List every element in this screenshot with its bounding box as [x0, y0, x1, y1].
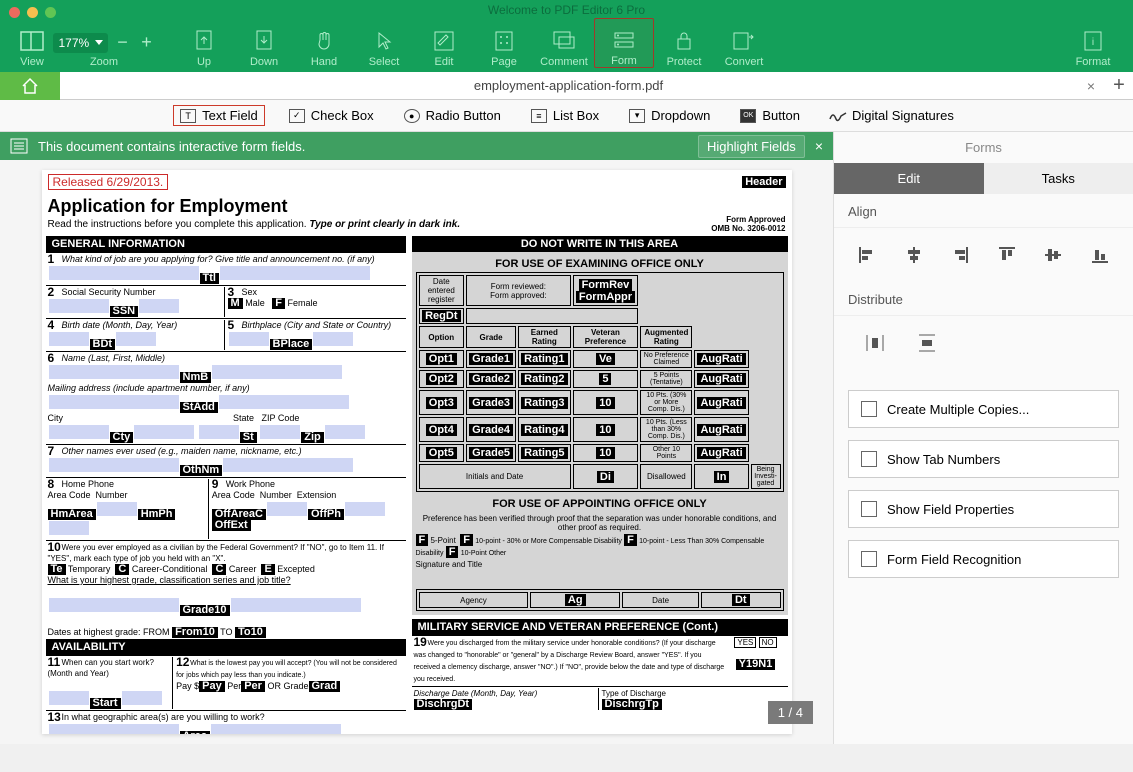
tab-bar: employment-application-form.pdf × + — [0, 72, 1133, 100]
new-tab-button[interactable]: + — [1105, 74, 1133, 97]
comment-icon — [552, 29, 576, 53]
text-field-tool[interactable]: TText Field — [173, 105, 265, 126]
form-icon — [612, 28, 636, 52]
zoom-out-button[interactable]: − — [114, 32, 132, 53]
section-availability: AVAILABILITY — [46, 639, 406, 655]
page-icon — [492, 29, 516, 53]
form-tools-bar: TText Field ✓Check Box ●Radio Button ≡Li… — [0, 100, 1133, 132]
protect-button[interactable]: Protect — [654, 18, 714, 68]
main-toolbar: View 177% − + Zoom Up Down Hand Select E… — [0, 22, 1133, 72]
align-top-button[interactable] — [996, 244, 1018, 266]
button-tool[interactable]: OKButton — [734, 106, 806, 125]
checkbox-icon: ✓ — [289, 109, 305, 123]
view-button[interactable]: View — [10, 18, 54, 68]
text-field-icon: T — [180, 109, 196, 123]
distribute-h-button[interactable] — [864, 332, 886, 354]
form-banner-icon — [10, 138, 28, 154]
zoom-label: Zoom — [90, 56, 118, 68]
maximize-window-button[interactable] — [45, 7, 56, 18]
page-counter: 1 / 4 — [768, 701, 813, 724]
lock-icon — [672, 29, 696, 53]
format-button[interactable]: iFormat — [1063, 18, 1123, 68]
align-center-h-button[interactable] — [903, 244, 925, 266]
down-button[interactable]: Down — [234, 18, 294, 68]
create-multiple-copies-button[interactable]: Create Multiple Copies... — [848, 390, 1119, 428]
close-window-button[interactable] — [9, 7, 20, 18]
align-bottom-button[interactable] — [1089, 244, 1111, 266]
list-box-tool[interactable]: ≡List Box — [525, 106, 605, 125]
forms-panel-title: Forms — [834, 132, 1133, 163]
tab-close-button[interactable]: × — [1077, 78, 1105, 94]
button-icon: OK — [740, 109, 756, 123]
distribute-section-label: Distribute — [834, 282, 1133, 316]
svg-text:i: i — [1092, 37, 1094, 48]
show-tab-numbers-button[interactable]: Show Tab Numbers — [848, 440, 1119, 478]
down-icon — [252, 29, 276, 53]
align-left-button[interactable] — [856, 244, 878, 266]
up-icon — [192, 29, 216, 53]
edit-icon — [432, 29, 456, 53]
banner-message: This document contains interactive form … — [38, 139, 688, 154]
banner-close-button[interactable]: × — [815, 138, 823, 154]
home-tab[interactable] — [0, 72, 60, 100]
form-fields-banner: This document contains interactive form … — [0, 132, 833, 160]
doc-title: Application for Employment — [42, 194, 706, 219]
zoom-select[interactable]: 177% — [53, 33, 108, 53]
convert-button[interactable]: Convert — [714, 18, 774, 68]
recognition-icon — [861, 551, 877, 567]
align-right-button[interactable] — [949, 244, 971, 266]
listbox-icon: ≡ — [531, 109, 547, 123]
dropdown-tool[interactable]: ▾Dropdown — [623, 106, 716, 125]
highlight-fields-button[interactable]: Highlight Fields — [698, 135, 805, 158]
field-props-icon — [861, 501, 877, 517]
format-icon: i — [1081, 29, 1105, 53]
check-box-tool[interactable]: ✓Check Box — [283, 106, 380, 125]
form-field-recognition-button[interactable]: Form Field Recognition — [848, 540, 1119, 578]
signature-icon — [830, 109, 846, 123]
radio-icon: ● — [404, 109, 420, 123]
cursor-icon — [372, 29, 396, 53]
pdf-page: Released 6/29/2013. Header Application f… — [42, 170, 792, 734]
home-icon — [20, 77, 40, 95]
copies-icon — [861, 401, 877, 417]
forms-panel: Forms Edit Tasks Align Distribute Create… — [833, 132, 1133, 744]
show-field-properties-button[interactable]: Show Field Properties — [848, 490, 1119, 528]
minimize-window-button[interactable] — [27, 7, 38, 18]
page-button[interactable]: Page — [474, 18, 534, 68]
hand-icon — [312, 29, 336, 53]
comment-button[interactable]: Comment — [534, 18, 594, 68]
panel-tab-edit[interactable]: Edit — [834, 163, 984, 194]
document-canvas[interactable]: Released 6/29/2013. Header Application f… — [0, 160, 833, 744]
section-military: MILITARY SERVICE AND VETERAN PREFERENCE … — [412, 619, 788, 635]
section-general-info: GENERAL INFORMATION — [46, 236, 406, 252]
radio-button-tool[interactable]: ●Radio Button — [398, 106, 507, 125]
tab-numbers-icon — [861, 451, 877, 467]
select-button[interactable]: Select — [354, 18, 414, 68]
header-field[interactable]: Header — [742, 176, 785, 188]
dropdown-icon: ▾ — [629, 109, 645, 123]
distribute-v-button[interactable] — [916, 332, 938, 354]
edit-button[interactable]: Edit — [414, 18, 474, 68]
align-section-label: Align — [834, 194, 1133, 228]
document-tab-title[interactable]: employment-application-form.pdf — [60, 78, 1077, 93]
hand-button[interactable]: Hand — [294, 18, 354, 68]
convert-icon — [732, 29, 756, 53]
up-button[interactable]: Up — [174, 18, 234, 68]
panel-tab-tasks[interactable]: Tasks — [984, 163, 1133, 194]
align-center-v-button[interactable] — [1042, 244, 1064, 266]
dnw-bar: DO NOT WRITE IN THIS AREA — [412, 236, 788, 252]
form-button[interactable]: Form — [594, 18, 654, 68]
window-traffic-lights[interactable] — [9, 7, 56, 18]
view-icon — [20, 29, 44, 53]
digital-signatures-tool[interactable]: Digital Signatures — [824, 106, 960, 125]
zoom-in-button[interactable]: + — [138, 32, 156, 53]
released-stamp: Released 6/29/2013. — [48, 174, 169, 190]
